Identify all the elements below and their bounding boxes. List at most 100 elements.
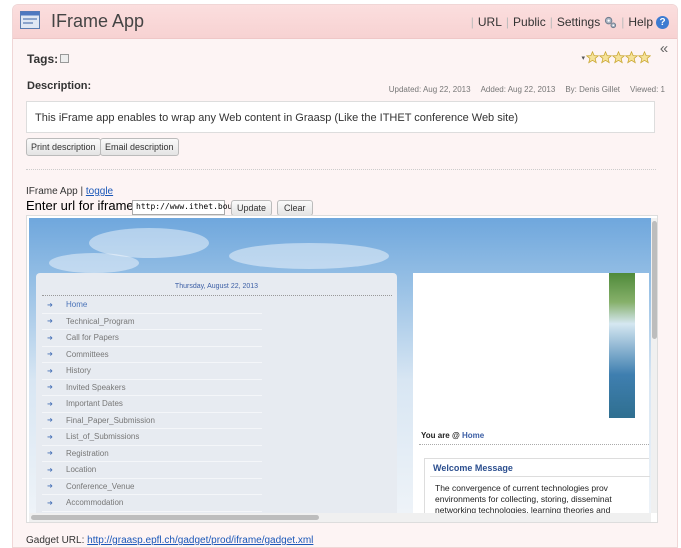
gear-icon[interactable] (604, 16, 617, 29)
horizontal-scrollbar[interactable] (29, 513, 651, 522)
arrow-right-icon: ➜ (47, 483, 53, 491)
arrow-right-icon: ➜ (47, 351, 53, 359)
breadcrumb: You are @ Home (421, 431, 484, 440)
menu-item-label: Accommodation (66, 498, 124, 508)
menu-item-label: Call for Papers (66, 333, 119, 343)
clear-button[interactable]: Clear (277, 200, 313, 216)
menu-item-label: Conference_Venue (66, 481, 135, 491)
arrow-right-icon: ➜ (47, 334, 53, 342)
section-divider (26, 169, 656, 170)
star-icon[interactable] (586, 51, 599, 64)
vertical-scroll-thumb[interactable] (652, 221, 657, 339)
menu-item[interactable]: ➜ Conference_Venue (42, 479, 262, 495)
star-icon[interactable] (612, 51, 625, 64)
menu-item[interactable]: ➜ Technical_Program (42, 314, 262, 330)
arrow-right-icon: ➜ (47, 400, 53, 408)
gadget-panel: IFrame App | URL | Public | Settings | H… (12, 4, 678, 548)
star-icon[interactable] (599, 51, 612, 64)
menu-item-label: Important Dates (66, 399, 123, 409)
menu-item[interactable]: ➜ Accommodation (42, 495, 262, 512)
iframe-container: Thursday, August 22, 2013 ➜ Home ➜ Technica… (26, 215, 658, 523)
app-window-icon (20, 11, 40, 29)
arrow-right-icon: ➜ (47, 450, 53, 458)
view-count: Viewed: 1 (630, 85, 665, 94)
arrow-right-icon: ➜ (47, 384, 53, 392)
menu-item[interactable]: ➜ Call for Papers (42, 330, 262, 347)
star-rating[interactable]: ▾ (581, 51, 651, 64)
menu-divider (42, 295, 392, 296)
nav-help-link[interactable]: Help (628, 15, 653, 29)
url-label: Enter url for iframe: (26, 198, 138, 213)
menu-item-label: Final_Paper_Submission (66, 415, 155, 425)
gadget-header: IFrame App | URL | Public | Settings | H… (13, 5, 677, 39)
arrow-right-icon: ➜ (47, 433, 53, 441)
menu-item-label: Committees (66, 349, 109, 359)
toggle-link[interactable]: toggle (86, 186, 113, 197)
welcome-divider (430, 476, 650, 477)
nav-public-link[interactable]: Public (513, 15, 546, 29)
vertical-scrollbar[interactable] (651, 218, 657, 513)
nav-separator: | (470, 15, 474, 29)
item-metadata: Updated: Aug 22, 2013 Added: Aug 22, 201… (379, 85, 665, 94)
menu-item[interactable]: ➜ History (42, 363, 262, 380)
app-title: IFrame App (51, 11, 145, 31)
description-text: This iFrame app enables to wrap any Web … (26, 101, 655, 133)
arrow-right-icon: ➜ (47, 466, 53, 474)
welcome-box: Welcome Message The convergence of curre… (424, 458, 650, 513)
header-nav: | URL | Public | Settings | Help ? (467, 15, 669, 29)
arrow-right-icon: ➜ (47, 301, 53, 309)
nav-separator: | (621, 15, 625, 29)
menu-item-label: Home (66, 300, 88, 310)
menu-item-label: Location (66, 465, 97, 475)
embedded-website[interactable]: Thursday, August 22, 2013 ➜ Home ➜ Technica… (29, 218, 651, 513)
arrow-right-icon: ➜ (47, 367, 53, 375)
menu-list: ➜ Home ➜ Technical_Program ➜ Call for Papers ➜… (42, 297, 262, 512)
add-tag-icon[interactable] (60, 54, 69, 63)
gadget-url: Gadget URL: http://graasp.epfl.ch/gadget… (26, 535, 313, 546)
menu-item[interactable]: ➜ Home (42, 297, 262, 314)
menu-item-label: History (66, 366, 91, 376)
update-button[interactable]: Update (231, 200, 273, 216)
nav-settings-link[interactable]: Settings (557, 15, 600, 29)
site-photo (609, 273, 635, 418)
breadcrumb-divider (419, 444, 649, 445)
nav-separator: | (549, 15, 553, 29)
star-icon[interactable] (625, 51, 638, 64)
gadget-url-link[interactable]: http://graasp.epfl.ch/gadget/prod/iframe… (87, 535, 313, 546)
email-description-button[interactable]: Email description (100, 138, 179, 156)
iframe-url-input[interactable]: http://www.ithet.bour (132, 200, 237, 215)
updated-date: Updated: Aug 22, 2013 (388, 85, 471, 94)
menu-item[interactable]: ➜ Registration (42, 446, 262, 462)
arrow-right-icon: ➜ (47, 417, 53, 425)
arrow-right-icon: ➜ (47, 499, 53, 507)
collapse-sidebar-icon[interactable]: « (655, 41, 673, 59)
menu-item[interactable]: ➜ Committees (42, 347, 262, 363)
menu-item-label: Registration (66, 448, 109, 458)
menu-item[interactable]: ➜ Location (42, 462, 262, 479)
nav-url-link[interactable]: URL (478, 15, 502, 29)
breadcrumb-label: You are @ (421, 431, 460, 440)
menu-item-label: Technical_Program (66, 316, 135, 326)
sky-cloud (229, 243, 389, 269)
horizontal-scroll-thumb[interactable] (31, 515, 319, 520)
star-icon[interactable] (638, 51, 651, 64)
menu-item-label: Invited Speakers (66, 382, 126, 392)
menu-item[interactable]: ➜ Invited Speakers (42, 380, 262, 396)
description-label: Description: (27, 80, 92, 92)
nav-separator: | (505, 15, 510, 29)
help-icon[interactable]: ? (656, 15, 669, 29)
welcome-title: Welcome Message (433, 463, 513, 473)
welcome-text: The convergence of current technologies … (435, 483, 612, 513)
rating-dropdown-icon[interactable]: ▾ (581, 54, 585, 62)
sky-cloud (49, 253, 139, 273)
menu-item[interactable]: ➜ List_of_Submissions (42, 429, 262, 446)
tags-label: Tags: (27, 52, 59, 66)
breadcrumb-home-link[interactable]: Home (462, 431, 484, 440)
iframe-app-title: IFrame App (26, 186, 78, 197)
menu-item[interactable]: ➜ Important Dates (42, 396, 262, 413)
arrow-right-icon: ➜ (47, 318, 53, 326)
print-description-button[interactable]: Print description (26, 138, 101, 156)
site-menu: Thursday, August 22, 2013 ➜ Home ➜ Technica… (36, 273, 397, 513)
menu-item[interactable]: ➜ Final_Paper_Submission (42, 413, 262, 429)
added-date: Added: Aug 22, 2013 (480, 85, 556, 94)
